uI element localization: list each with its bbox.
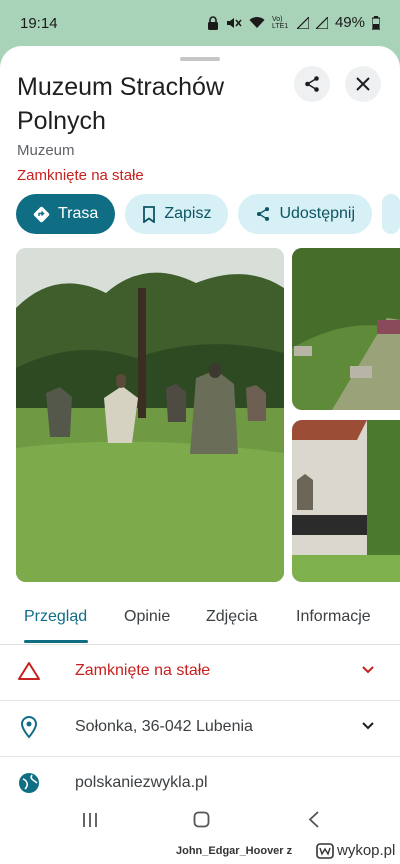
drag-handle[interactable] <box>180 57 220 61</box>
bookmark-icon <box>143 205 156 223</box>
photo-3[interactable] <box>292 420 400 582</box>
wifi-icon <box>249 17 265 28</box>
place-sheet: Muzeum Strachów Polnych Muzeum Zamknięte… <box>0 46 400 806</box>
directions-icon <box>33 206 50 222</box>
chevron-down-icon[interactable] <box>360 718 376 734</box>
status-row[interactable]: Zamknięte na stałe <box>0 644 400 701</box>
share-icon <box>257 207 270 221</box>
save-label: Zapisz <box>164 205 212 222</box>
tab-photos[interactable]: Zdjęcia <box>206 608 258 626</box>
close-button[interactable] <box>345 66 381 102</box>
home-icon[interactable] <box>193 811 210 828</box>
share-button[interactable] <box>294 66 330 102</box>
battery-icon <box>372 15 380 30</box>
action-chips: Trasa Zapisz Udostępnij <box>16 194 400 234</box>
directions-button[interactable]: Trasa <box>16 194 116 234</box>
share-chip-button[interactable]: Udostępnij <box>238 194 373 234</box>
tab-overview[interactable]: Przegląd <box>24 608 87 626</box>
status-time: 19:14 <box>20 15 58 32</box>
photo-gallery[interactable] <box>16 248 400 582</box>
address-text: Sołonka, 36-042 Lubenia <box>75 718 253 735</box>
place-title: Muzeum Strachów Polnych <box>17 73 225 135</box>
globe-icon <box>19 773 39 793</box>
location-pin-icon <box>20 715 38 739</box>
wykop-logo-icon <box>316 842 334 859</box>
back-icon[interactable] <box>308 811 320 828</box>
share-icon <box>305 76 319 92</box>
photo-main[interactable] <box>16 248 284 582</box>
watermark-site: wykop.pl <box>337 842 396 859</box>
system-nav-bar <box>0 806 400 838</box>
signal-icon-2 <box>315 16 328 29</box>
warning-icon <box>18 662 40 680</box>
directions-label: Trasa <box>58 205 99 222</box>
tab-reviews[interactable]: Opinie <box>124 608 170 626</box>
place-category: Muzeum <box>17 142 75 159</box>
photo-2[interactable] <box>292 248 400 410</box>
place-status: Zamknięte na stałe <box>17 167 144 184</box>
website-row[interactable]: polskaniezwykla.pl <box>0 756 400 806</box>
tab-info[interactable]: Informacje <box>296 608 371 626</box>
address-row[interactable]: Sołonka, 36-042 Lubenia <box>0 700 400 757</box>
watermark-strip: John_Edgar_Hoover z wykop.pl <box>0 838 400 864</box>
status-icons: Vo) LTE1 49% <box>207 14 380 31</box>
battery-percent: 49% <box>334 14 365 31</box>
chevron-down-icon[interactable] <box>360 662 376 678</box>
lock-icon <box>207 15 218 30</box>
website-link[interactable]: polskaniezwykla.pl <box>75 774 208 792</box>
share-label: Udostępnij <box>279 205 356 222</box>
mute-icon <box>226 17 242 28</box>
active-tab-indicator <box>24 640 88 643</box>
recent-apps-icon[interactable] <box>82 812 98 828</box>
watermark-user: John_Edgar_Hoover z <box>176 845 293 857</box>
close-icon <box>356 77 370 91</box>
signal-icon <box>296 16 309 29</box>
save-button[interactable]: Zapisz <box>125 194 229 234</box>
network-label: Vo) LTE1 <box>271 15 289 30</box>
status-row-text: Zamknięte na stałe <box>75 662 211 679</box>
status-bar: 19:14 Vo) LTE1 49% <box>0 0 400 48</box>
tab-bar: Przegląd Opinie Zdjęcia Informacje <box>0 598 400 645</box>
more-actions-chip[interactable] <box>382 194 400 234</box>
watermark-logo: wykop.pl <box>316 842 395 859</box>
